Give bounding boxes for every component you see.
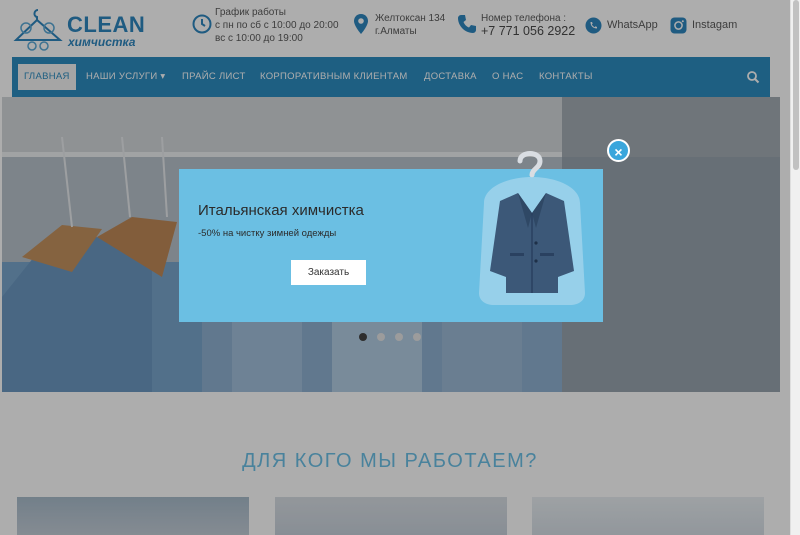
close-button[interactable]: × xyxy=(607,139,630,162)
order-button[interactable]: Заказать xyxy=(291,260,366,285)
jacket-icon xyxy=(479,151,585,305)
scrollbar-thumb[interactable] xyxy=(793,0,799,170)
promo-popup: Итальянская химчистка -50% на чистку зим… xyxy=(179,151,603,322)
popup-subtitle: -50% на чистку зимней одежды xyxy=(198,228,337,239)
scrollbar[interactable] xyxy=(790,0,800,535)
popup-title: Итальянская химчистка xyxy=(198,202,364,219)
